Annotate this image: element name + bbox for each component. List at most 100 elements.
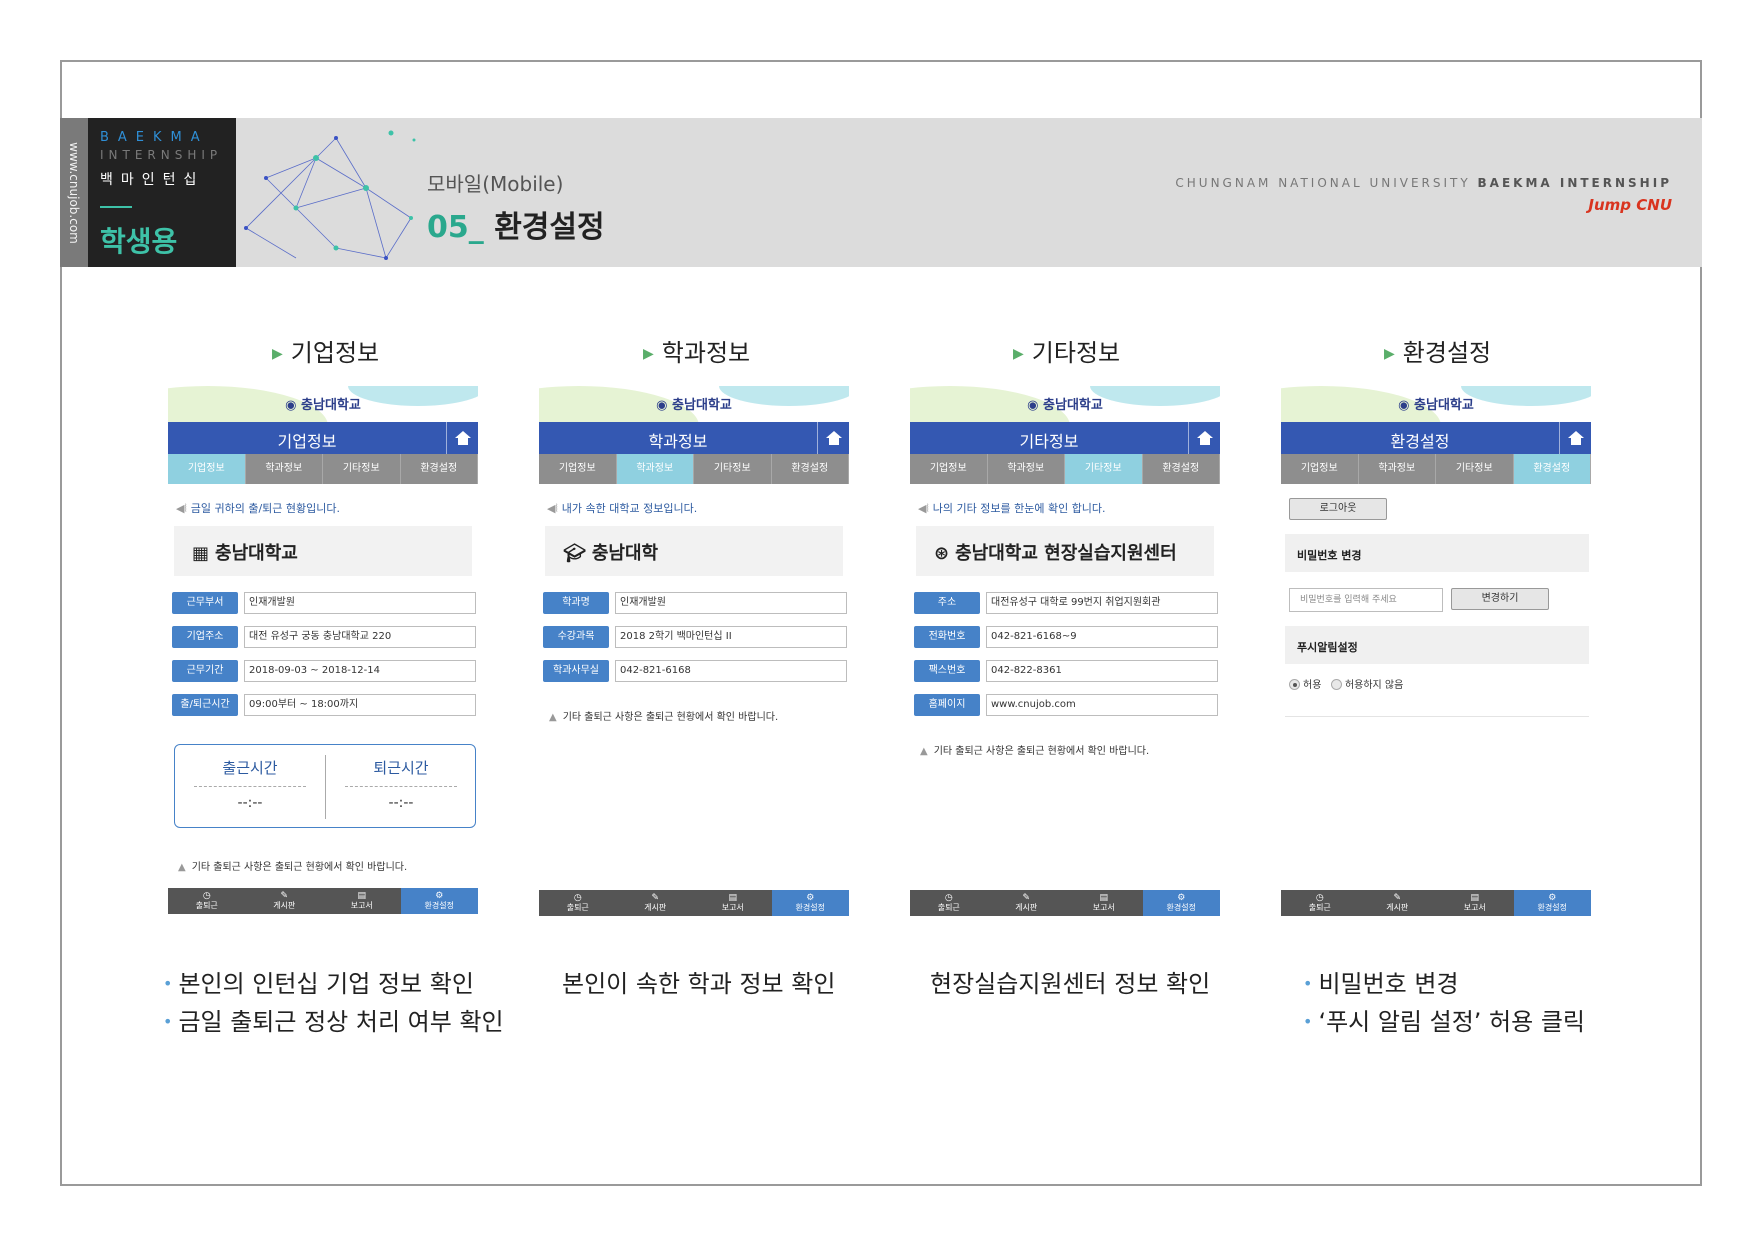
change-password-button[interactable]: 변경하기	[1451, 588, 1549, 610]
home-icon[interactable]	[446, 422, 478, 454]
pencil-icon: ✎	[280, 891, 289, 901]
field-value: 인재개발원	[244, 592, 476, 614]
nav-report[interactable]: ▤ 보고서	[1065, 890, 1143, 916]
field-row: 홈페이지 www.cnujob.com	[914, 694, 1218, 718]
field-label: 학과명	[543, 592, 609, 614]
deny-label: 허용하지 않음	[1344, 680, 1404, 691]
gear-icon: ⚙	[1548, 893, 1557, 903]
field-label: 팩스번호	[914, 660, 980, 682]
nav-attendance[interactable]: ◷ 출퇴근	[910, 890, 988, 916]
nav-attendance[interactable]: ◷ 출퇴근	[539, 890, 617, 916]
allow-radio[interactable]	[1289, 679, 1300, 690]
screen-title: 기업정보	[277, 432, 337, 451]
univ-logo: ◉ 충남대학교	[1027, 398, 1103, 413]
field-label: 주소	[914, 592, 980, 614]
nav-attendance[interactable]: ◷ 출퇴근	[1281, 890, 1359, 916]
side-url: www.cnujob.com	[67, 142, 81, 244]
screen-tabs: 기업정보 학과정보 기타정보 환경설정	[1281, 454, 1591, 484]
company-card: ▦ 충남대학교	[174, 526, 472, 576]
report-icon: ▤	[357, 891, 366, 901]
tab-dept[interactable]: 학과정보	[246, 454, 323, 484]
tab-company[interactable]: 기업정보	[539, 454, 617, 484]
tab-etc[interactable]: 기타정보	[1436, 454, 1514, 484]
screen-tabs: 기업정보 학과정보 기타정보 환경설정	[539, 454, 849, 484]
nav-board[interactable]: ✎ 게시판	[246, 888, 324, 914]
checkout-value: --:--	[388, 795, 414, 811]
phone-top-graphic: ◉ 충남대학교	[539, 386, 849, 422]
pencil-icon: ✎	[651, 893, 660, 903]
nav-settings[interactable]: ⚙ 환경설정	[771, 890, 849, 916]
clock-icon: ◷	[202, 891, 211, 901]
tab-etc[interactable]: 기타정보	[694, 454, 772, 484]
logout-button[interactable]: 로그아웃	[1289, 498, 1387, 520]
bullet-icon: •	[163, 974, 173, 993]
bullet-icon: •	[1303, 1012, 1313, 1031]
tab-company[interactable]: 기업정보	[1281, 454, 1359, 484]
screen-titlebar: 환경설정	[1281, 422, 1591, 454]
footnote: ▲ 기타 출퇴근 사항은 출퇴근 현황에서 확인 바랍니다.	[920, 746, 1150, 757]
nav-board[interactable]: ✎ 게시판	[988, 890, 1066, 916]
tab-settings[interactable]: 환경설정	[772, 454, 849, 484]
clock-icon: ◷	[573, 893, 582, 903]
field-label: 출/퇴근시간	[172, 694, 238, 716]
side-url-strip: www.cnujob.com	[60, 118, 88, 267]
push-section-title: 푸시알림설정	[1285, 626, 1589, 664]
home-icon[interactable]	[1188, 422, 1220, 454]
tab-etc[interactable]: 기타정보	[323, 454, 401, 484]
tab-settings[interactable]: 환경설정	[401, 454, 478, 484]
field-value: 2018 2학기 백마인턴십 II	[615, 626, 847, 648]
center-card: ⊛ 충남대학교 현장실습지원센터	[916, 526, 1214, 576]
nav-settings[interactable]: ⚙ 환경설정	[1142, 890, 1220, 916]
univ-name-bold: BAEKMA INTERNSHIP	[1477, 176, 1672, 190]
field-row: 근무기간 2018-09-03 ~ 2018-12-14	[172, 660, 476, 684]
screen-titlebar: 기업정보	[168, 422, 478, 454]
tab-company[interactable]: 기업정보	[168, 454, 246, 484]
field-row: 수강과목 2018 2학기 백마인턴십 II	[543, 626, 847, 650]
phone-screen-dept: ◉ 충남대학교 학과정보 기업정보 학과정보 기타정보 환경설정 ◀⦚ 내가 속한…	[539, 386, 849, 916]
nav-settings[interactable]: ⚙ 환경설정	[1513, 890, 1591, 916]
password-input[interactable]: 비밀번호를 입력해 주세요	[1289, 588, 1443, 612]
report-icon: ▤	[728, 893, 737, 903]
deny-radio[interactable]	[1330, 679, 1342, 690]
push-radio-group: 허용 허용하지 않음	[1289, 676, 1403, 691]
section-heading-settings: ▶ 환경설정	[1384, 339, 1492, 367]
field-row: 전화번호 042-821-6168~9	[914, 626, 1218, 650]
univ-logo: ◉ 충남대학교	[1398, 398, 1474, 413]
nav-report[interactable]: ▤ 보고서	[1436, 890, 1514, 916]
allow-label: 허용	[1303, 680, 1322, 691]
tab-dept[interactable]: 학과정보	[616, 454, 694, 484]
tab-settings[interactable]: 환경설정	[1513, 454, 1591, 484]
section-heading-company: ▶ 기업정보	[272, 339, 380, 367]
university-name: CHUNGNAM NATIONAL UNIVERSITY BAEKMA INTE…	[1175, 176, 1672, 190]
nav-board[interactable]: ✎ 게시판	[1359, 890, 1437, 916]
tab-company[interactable]: 기업정보	[910, 454, 988, 484]
univ-name-light: CHUNGNAM NATIONAL UNIVERSITY	[1175, 176, 1471, 190]
tab-dept[interactable]: 학과정보	[1359, 454, 1436, 484]
tab-dept[interactable]: 학과정보	[988, 454, 1065, 484]
phone-screen-company: ◉ 충남대학교 기업정보 기업정보 학과정보 기타정보 환경설정 ◀⦚ 금일 귀하…	[168, 386, 478, 916]
attendance-box: 출근시간 --:-- 퇴근시간 --:--	[174, 744, 476, 828]
nav-board[interactable]: ✎ 게시판	[617, 890, 695, 916]
nav-settings[interactable]: ⚙ 환경설정	[400, 888, 478, 914]
tab-etc[interactable]: 기타정보	[1065, 454, 1143, 484]
field-label: 전화번호	[914, 626, 980, 648]
gear-icon: ⚙	[435, 891, 444, 901]
bottom-nav: ◷ 출퇴근 ✎ 게시판 ▤ 보고서 ⚙ 환경설정	[539, 890, 849, 916]
pencil-icon: ✎	[1393, 893, 1402, 903]
screen-titlebar: 학과정보	[539, 422, 849, 454]
nav-report[interactable]: ▤ 보고서	[323, 888, 401, 914]
home-icon[interactable]	[1559, 422, 1591, 454]
report-icon: ▤	[1099, 893, 1108, 903]
phone-screen-etc: ◉ 충남대학교 기타정보 기업정보 학과정보 기타정보 환경설정 ◀⦚ 나의 기타…	[910, 386, 1220, 916]
home-icon[interactable]	[817, 422, 849, 454]
field-value: www.cnujob.com	[986, 694, 1218, 716]
bullet-icon: •	[163, 1012, 173, 1031]
gear-icon: ⚙	[1177, 893, 1186, 903]
logo-internship: INTERNSHIP	[100, 148, 223, 162]
info-icon: ▲	[549, 712, 557, 723]
tab-settings[interactable]: 환경설정	[1143, 454, 1220, 484]
triangle-icon: ▶	[643, 346, 654, 362]
nav-attendance[interactable]: ◷ 출퇴근	[168, 888, 246, 914]
report-icon: ▤	[1470, 893, 1479, 903]
nav-report[interactable]: ▤ 보고서	[694, 890, 772, 916]
